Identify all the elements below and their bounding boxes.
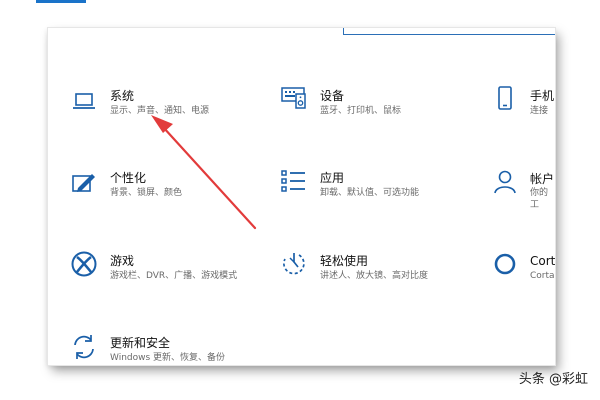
tile-title: 更新和安全	[110, 336, 171, 350]
tile-desc: 连接	[530, 106, 549, 116]
xbox-icon	[70, 250, 98, 278]
ease-of-access-icon	[280, 250, 308, 278]
tile-title: Cortan	[530, 254, 555, 268]
laptop-icon	[70, 88, 98, 116]
tile-title: 游戏	[110, 254, 135, 268]
person-icon	[492, 168, 520, 196]
settings-panel: 系统 显示、声音、通知、电源 设备 蓝牙、打印机、鼠标 手机 连接 个性化 背景…	[48, 28, 555, 365]
cortana-ring-icon	[492, 250, 520, 278]
phone-icon	[492, 85, 520, 113]
tile-desc: Corta	[530, 271, 555, 281]
tile-desc: 蓝牙、打印机、鼠标	[320, 106, 402, 116]
keyboard-speaker-icon	[280, 85, 308, 113]
tile-title: 个性化	[110, 171, 147, 185]
tile-desc: 讲述人、放大镜、高对比度	[320, 271, 429, 281]
tile-title: 轻松使用	[320, 254, 369, 268]
search-box-edge[interactable]	[343, 28, 555, 35]
tile-title: 应用	[320, 171, 345, 185]
tile-title: 设备	[320, 89, 345, 103]
tile-desc: 你的 工	[530, 188, 549, 210]
tile-desc: 游戏栏、DVR、广播、游戏模式	[110, 271, 238, 281]
top-tab-indicator	[36, 0, 86, 3]
tile-title: 手机	[530, 89, 555, 103]
watermark-text: 头条 @彩虹	[518, 372, 588, 387]
tile-desc: 卸载、默认值、可选功能	[320, 188, 420, 198]
list-icon	[280, 168, 308, 196]
tile-desc: Windows 更新、恢复、备份	[110, 353, 226, 363]
tile-desc: 背景、锁屏、颜色	[110, 188, 183, 198]
tile-desc: 显示、声音、通知、电源	[110, 106, 210, 116]
tile-title: 系统	[110, 89, 135, 103]
brush-pen-icon	[70, 170, 98, 198]
tile-title: 帐户	[530, 172, 555, 186]
sync-icon	[70, 333, 98, 361]
